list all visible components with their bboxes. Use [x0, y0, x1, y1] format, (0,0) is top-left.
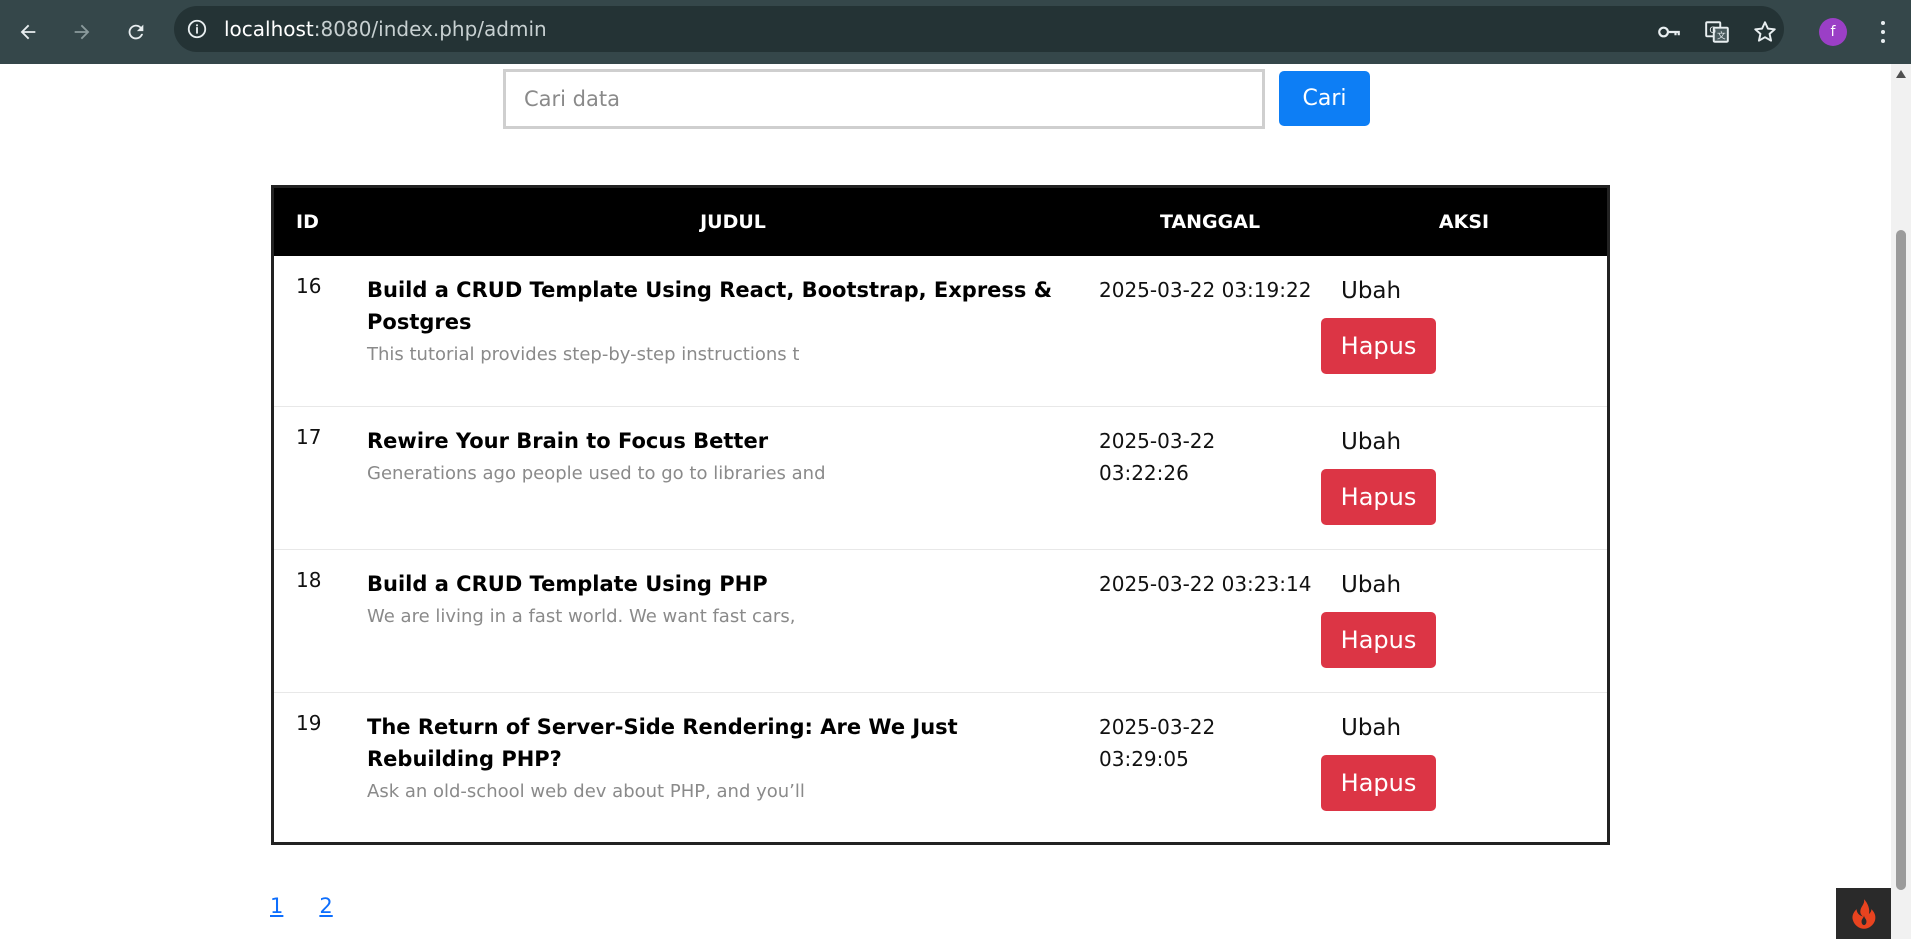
arrow-right-icon	[74, 24, 90, 40]
articles-table: ID JUDUL TANGGAL AKSI 16 Build a CRUD Te…	[271, 185, 1610, 845]
svg-text:文: 文	[1717, 30, 1726, 42]
row-id: 18	[296, 567, 322, 592]
article-title: Rewire Your Brain to Focus Better	[367, 428, 769, 453]
forward-button[interactable]	[64, 14, 100, 50]
debug-toolbar-toggle[interactable]	[1836, 888, 1891, 939]
article-title: The Return of Server-Side Rendering: Are…	[367, 714, 958, 771]
scrollbar-thumb[interactable]	[1896, 230, 1906, 890]
row-tanggal: 2025-03-22 03:22:26	[1099, 406, 1321, 549]
delete-button[interactable]: Hapus	[1321, 468, 1436, 525]
search-button[interactable]: Cari	[1279, 71, 1370, 126]
site-info-button[interactable]	[184, 16, 210, 42]
url-text: localhost:8080/index.php/admin	[224, 17, 547, 41]
column-header-id: ID	[296, 211, 319, 233]
table-row: 16 Build a CRUD Template Using React, Bo…	[274, 256, 1607, 406]
row-judul: Build a CRUD Template Using React, Boots…	[367, 256, 1099, 406]
table-row: 17 Rewire Your Brain to Focus Better Gen…	[274, 406, 1607, 549]
row-id: 17	[296, 424, 322, 449]
article-title: Build a CRUD Template Using React, Boots…	[367, 278, 1053, 334]
row-id: 16	[296, 274, 322, 298]
row-actions: Ubah Hapus	[1321, 256, 1607, 406]
password-button[interactable]	[1655, 18, 1683, 46]
url-path: :8080/index.php/admin	[313, 17, 547, 41]
key-icon	[1658, 26, 1680, 38]
delete-button[interactable]: Hapus	[1321, 611, 1436, 668]
star-icon	[1754, 21, 1776, 42]
svg-text:G: G	[1709, 26, 1716, 36]
arrow-left-icon	[20, 24, 36, 40]
row-id: 19	[296, 710, 322, 735]
delete-button[interactable]: Hapus	[1321, 318, 1436, 374]
edit-link[interactable]: Ubah	[1341, 429, 1607, 455]
row-actions: Ubah Hapus	[1321, 549, 1607, 692]
back-button[interactable]	[10, 14, 46, 50]
delete-button[interactable]: Hapus	[1321, 754, 1436, 811]
pagination: 1 2	[270, 894, 333, 918]
row-tanggal: 2025-03-22 03:19:22	[1099, 278, 1312, 302]
search-input[interactable]	[503, 69, 1265, 129]
row-actions: Ubah Hapus	[1321, 692, 1607, 842]
reload-icon	[128, 24, 144, 40]
row-tanggal: 2025-03-22 03:23:14	[1099, 571, 1312, 596]
profile-avatar[interactable]: f	[1819, 18, 1847, 46]
article-excerpt: This tutorial provides step-by-step inst…	[367, 344, 800, 365]
info-icon	[187, 19, 207, 39]
translate-button[interactable]: G文	[1703, 18, 1731, 46]
article-excerpt: Ask an old-school web dev about PHP, and…	[367, 780, 805, 802]
bookmark-button[interactable]	[1751, 18, 1779, 46]
page-scrollbar[interactable]	[1891, 64, 1911, 939]
more-vertical-icon	[1881, 21, 1885, 25]
edit-link[interactable]: Ubah	[1341, 572, 1607, 598]
article-excerpt: We are living in a fast world. We want f…	[367, 605, 796, 627]
column-header-tanggal: TANGGAL	[1159, 211, 1261, 233]
browser-toolbar: localhost:8080/index.php/admin G文 f	[0, 0, 1911, 64]
edit-link[interactable]: Ubah	[1341, 715, 1607, 741]
reload-button[interactable]	[118, 14, 154, 50]
table-row: 19 The Return of Server-Side Rendering: …	[274, 692, 1607, 842]
column-header-judul: JUDUL	[700, 211, 766, 233]
page-link-2[interactable]: 2	[319, 894, 332, 918]
edit-link[interactable]: Ubah	[1341, 278, 1607, 304]
address-bar[interactable]: localhost:8080/index.php/admin	[174, 6, 1784, 52]
column-header-aksi: AKSI	[1438, 211, 1490, 233]
url-host: localhost	[224, 17, 314, 41]
page-link-1[interactable]: 1	[270, 894, 283, 918]
row-judul: Build a CRUD Template Using PHP We are l…	[367, 549, 1099, 692]
scroll-up-arrow-icon[interactable]	[1896, 70, 1906, 78]
translate-icon: G文	[1705, 21, 1729, 43]
article-title: Build a CRUD Template Using PHP	[367, 571, 768, 596]
browser-menu-button[interactable]	[1873, 18, 1893, 46]
row-tanggal: 2025-03-22 03:29:05	[1099, 692, 1321, 842]
table-row: 18 Build a CRUD Template Using PHP We ar…	[274, 549, 1607, 692]
row-tanggal-text: 2025-03-22 03:22:26	[1099, 428, 1216, 485]
flame-icon	[1851, 898, 1875, 929]
row-actions: Ubah Hapus	[1321, 406, 1607, 549]
row-judul: The Return of Server-Side Rendering: Are…	[367, 692, 1099, 842]
row-judul: Rewire Your Brain to Focus Better Genera…	[367, 406, 1099, 549]
table-header-row: ID JUDUL TANGGAL AKSI	[274, 188, 1607, 256]
row-tanggal-text: 2025-03-22 03:29:05	[1099, 714, 1216, 771]
article-excerpt: Generations ago people used to go to lib…	[367, 462, 826, 484]
